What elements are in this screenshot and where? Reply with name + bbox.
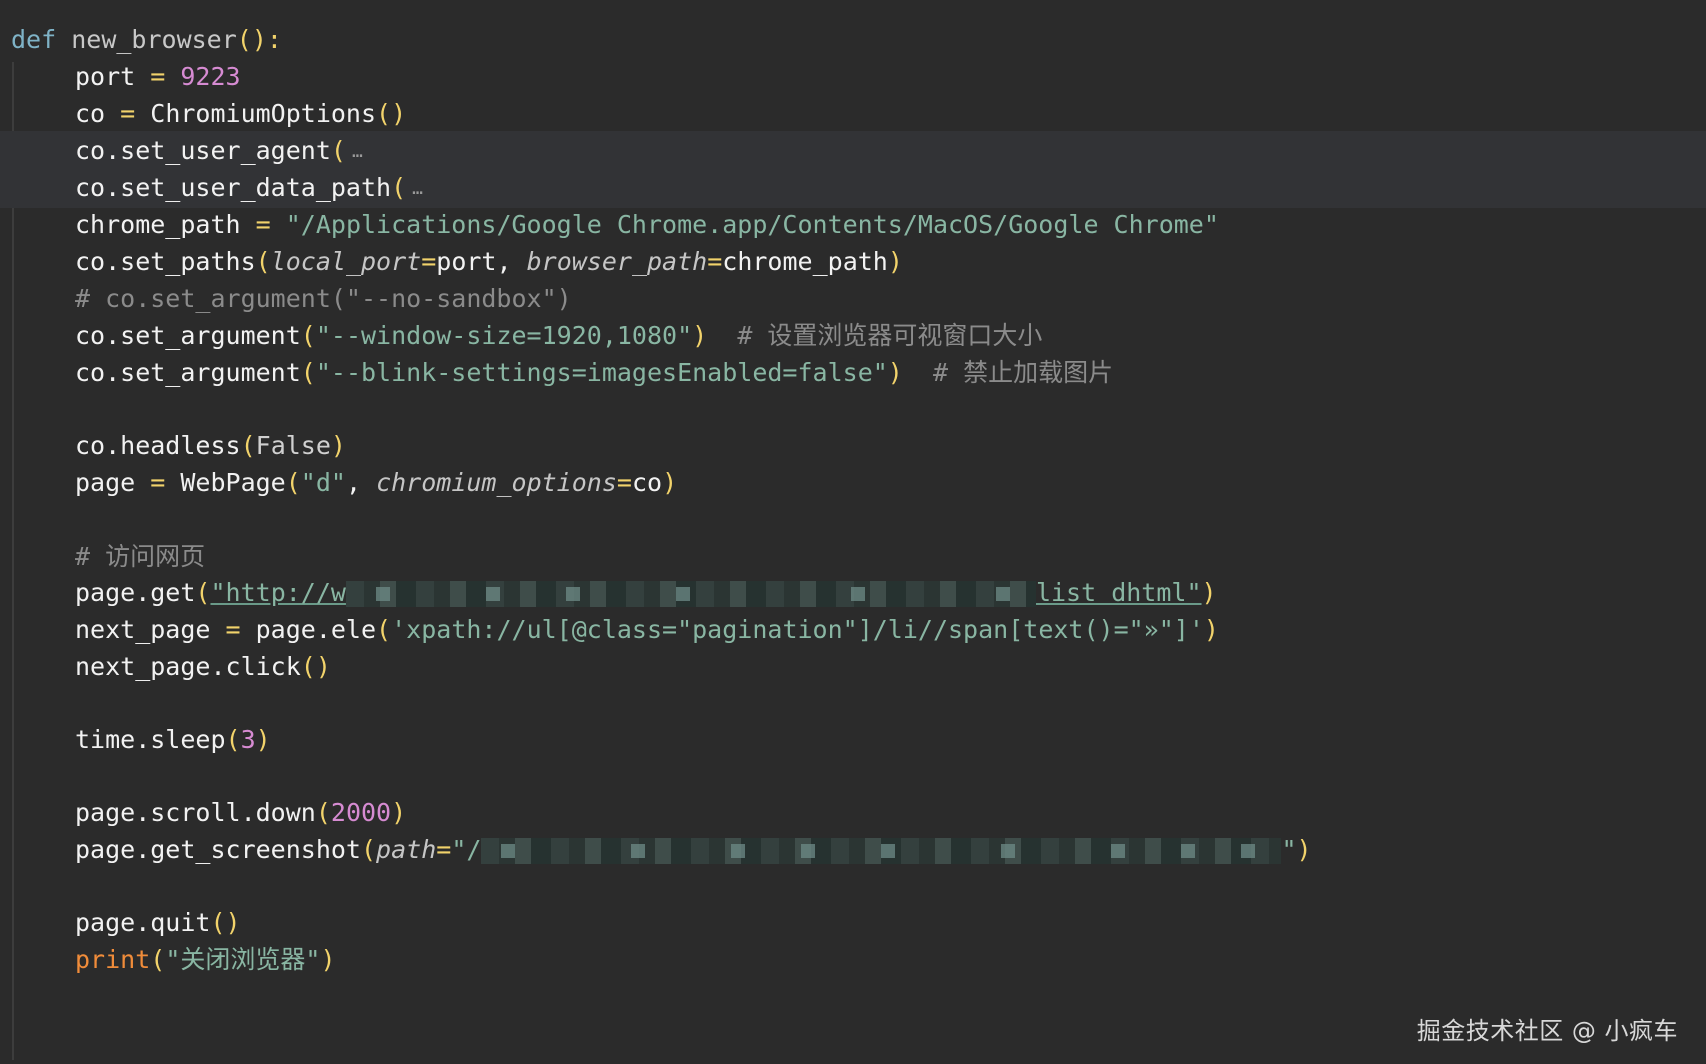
arg-window-size: "--window-size=1920,1080" [315,321,693,350]
code-line-next-page[interactable]: next_page = page.ele('xpath://ul[@class=… [0,610,1706,650]
code-line-quit[interactable]: page.quit() [0,903,1706,943]
call-set-user-data-path: co.set_user_data_path [75,173,392,202]
watermark: 掘金技术社区 @ 小疯车 [1416,1017,1678,1045]
function-name: new_browser [71,25,237,54]
var-co: co [75,99,106,128]
code-line-blink[interactable]: co.set_argument("--blink-settings=images… [0,353,1706,393]
class-chromium-options: ChromiumOptions [150,99,377,128]
assign-op: = [240,210,286,239]
comment-blink: # 禁止加载图片 [932,358,1114,387]
arg-mode: "d" [300,468,346,497]
print-arg: "关闭浏览器" [165,945,321,974]
call-time-sleep: time.sleep [75,725,226,754]
call-set-argument: co.set_argument [75,321,301,350]
param-browser-path: browser_path [526,247,708,276]
screenshot-path-start: "/ [451,835,482,864]
code-line-click[interactable]: next_page.click() [0,647,1706,687]
code-line-scroll[interactable]: page.scroll.down(2000) [0,793,1706,833]
redacted-url [345,581,1036,607]
paren-open: ( [391,173,407,202]
builtin-print: print [75,945,151,974]
chrome-path-string: "/Applications/Google Chrome.app/Content… [285,210,1219,239]
parens: () [376,99,407,128]
call-set-argument: co.set_argument [75,358,301,387]
comment-no-sandbox: # co.set_argument("--no-sandbox") [75,284,572,313]
call-set-paths: co.set_paths [75,247,256,276]
paren-open: ( [330,136,346,165]
code-line-webpage[interactable]: page = WebPage("d", chromium_options=co) [0,463,1706,503]
assign-op: = [135,62,181,91]
fold-marker-icon[interactable]: … [352,132,363,172]
call-page-get: page.get [75,578,196,607]
code-line-set-paths[interactable]: co.set_paths(local_port=port, browser_pa… [0,242,1706,282]
screenshot-path-end: " [1281,835,1297,864]
code-line-sleep[interactable]: time.sleep(3) [0,720,1706,760]
arg-chrome-path: chrome_path [722,247,888,276]
code-line-set-user-data-path[interactable]: co.set_user_data_path(… [0,168,1706,208]
call-page-ele: page.ele [255,615,377,644]
scroll-value: 2000 [330,798,392,827]
code-line-page-get[interactable]: page.get("http://w list dhtml") [0,573,1706,613]
code-line-comment-visit[interactable]: # 访问网页 [0,537,1706,577]
code-line-set-user-agent[interactable]: co.set_user_agent(… [0,131,1706,171]
code-line-chrome-path[interactable]: chrome_path = "/Applications/Google Chro… [0,205,1706,245]
class-webpage: WebPage [180,468,286,497]
keyword-false: False [255,431,331,460]
call-headless: co.headless [75,431,241,460]
comment-visit: # 访问网页 [75,542,206,571]
var-next-page: next_page [75,615,211,644]
call-get-screenshot: page.get_screenshot [75,835,361,864]
url-start: "http://w [210,578,346,607]
arg-port: port [436,247,497,276]
code-line-comment-no-sandbox[interactable]: # co.set_argument("--no-sandbox") [0,279,1706,319]
code-editor[interactable]: def new_browser(): port = 9223 co = Chro… [0,0,1706,1064]
param-path: path [376,835,437,864]
fold-marker-icon[interactable]: … [412,169,423,209]
call-click: next_page.click [75,652,301,681]
arg-blink: "--blink-settings=imagesEnabled=false" [315,358,888,387]
assign-op: = [105,99,151,128]
code-line-co[interactable]: co = ChromiumOptions() [0,94,1706,134]
arg-xpath: 'xpath://ul[@class="pagination"]/li//spa… [391,615,1204,644]
code-line-headless[interactable]: co.headless(False) [0,426,1706,466]
param-chromium-options: chromium_options [376,468,617,497]
code-line-window-size[interactable]: co.set_argument("--window-size=1920,1080… [0,316,1706,356]
var-page: page [75,468,136,497]
redacted-path [481,838,1282,864]
url-end: list dhtml" [1035,578,1202,607]
code-line-screenshot[interactable]: page.get_screenshot(path="/") [0,830,1706,870]
port-value: 9223 [180,62,241,91]
call-scroll-down: page.scroll.down [75,798,316,827]
paren-open: ( [236,25,252,54]
arg-co: co [631,468,663,497]
sleep-value: 3 [240,725,256,754]
param-local-port: local_port [270,247,422,276]
paren-close-colon: ): [251,25,282,54]
var-chrome-path: chrome_path [75,210,241,239]
code-line-def[interactable]: def new_browser(): [0,20,1706,60]
code-line-print[interactable]: print("关闭浏览器") [0,940,1706,980]
comment-window-size: # 设置浏览器可视窗口大小 [737,321,1043,350]
var-port: port [75,62,136,91]
keyword-def: def [11,25,57,54]
code-line-port[interactable]: port = 9223 [0,57,1706,97]
call-set-user-agent: co.set_user_agent [75,136,331,165]
call-page-quit: page.quit [75,908,211,937]
